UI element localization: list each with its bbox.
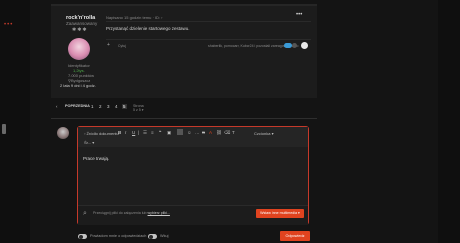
post-id: · ID: › bbox=[152, 15, 163, 20]
pagination-prev-label[interactable]: POPRZEDNIA bbox=[65, 104, 90, 108]
font-family-dropdown[interactable]: Czcionka ▾ bbox=[254, 131, 274, 136]
reaction-badge[interactable] bbox=[284, 43, 292, 48]
author-hours: 2 lata 9 dni i 4 godz. bbox=[60, 83, 96, 88]
page-5-current[interactable]: 5 bbox=[122, 104, 127, 109]
code-block-icon[interactable] bbox=[177, 129, 183, 135]
more-icon[interactable]: … bbox=[195, 130, 200, 135]
reply-textarea[interactable]: Prace trwają. bbox=[80, 152, 306, 202]
image-icon[interactable]: ▣ bbox=[167, 130, 171, 136]
pagination-prev-arrow[interactable]: ‹ bbox=[56, 104, 58, 109]
current-user-avatar[interactable] bbox=[57, 127, 69, 139]
quote-icon[interactable]: ❝ bbox=[159, 130, 161, 136]
link-icon[interactable]: ⛓ bbox=[216, 130, 222, 136]
strikethrough-button[interactable]: S bbox=[202, 130, 205, 135]
follow-toggle[interactable] bbox=[78, 234, 87, 239]
post-timestamp[interactable]: Napisano 15 godzin temu · ID: › bbox=[106, 15, 163, 20]
page-3[interactable]: 3 bbox=[107, 104, 110, 109]
rank-stars: ✱✱✱ bbox=[72, 27, 88, 33]
right-gutter bbox=[438, 0, 460, 243]
underline-button[interactable]: U bbox=[132, 130, 135, 135]
divider-icon: | bbox=[138, 130, 140, 135]
post-content: Przystanąć dzielenie startowego zestawu. bbox=[106, 26, 190, 31]
ellipsis-icon[interactable]: ••• bbox=[296, 12, 302, 18]
red-indicator-dots: ••• bbox=[4, 22, 14, 28]
reaction-badge-secondary[interactable] bbox=[292, 43, 297, 48]
react-button[interactable] bbox=[301, 42, 308, 49]
page-4[interactable]: 4 bbox=[115, 104, 118, 109]
scroll-handle[interactable] bbox=[2, 124, 6, 134]
quote-label[interactable]: Cytuj bbox=[118, 44, 126, 48]
source-document-button[interactable]: ▫ Źródło dokumentu bbox=[84, 131, 119, 136]
post-timestamp-text: Napisano 15 godzin temu bbox=[106, 15, 152, 20]
anon-toggle[interactable] bbox=[148, 234, 157, 239]
author-rank: Zaawansowany bbox=[66, 21, 98, 26]
post-footer-divider bbox=[106, 39, 311, 40]
source-label: Źródło dokumentu bbox=[86, 131, 119, 136]
paperclip-icon: ⌕ bbox=[83, 210, 87, 217]
font-size-icon[interactable]: T bbox=[232, 130, 235, 135]
left-gutter bbox=[0, 0, 30, 243]
page-jump-dropdown[interactable]: Strona 5 z 5 ▾ bbox=[133, 104, 144, 112]
editor-toolbar: ▫ Źródło dokumentu B I U | ☰ ≡ ❝ ▣ ☺ … S… bbox=[78, 127, 308, 147]
choose-files-link[interactable]: wybierz pliki... bbox=[148, 211, 170, 215]
reply-separator bbox=[51, 118, 317, 119]
eraser-icon[interactable]: ⌫ bbox=[224, 130, 230, 136]
italic-button[interactable]: I bbox=[125, 130, 126, 135]
plus-icon[interactable]: + bbox=[107, 43, 112, 48]
submit-reply-button[interactable]: Odpowiedz bbox=[280, 231, 310, 241]
numbered-list-icon[interactable]: ≡ bbox=[151, 130, 154, 135]
bold-button[interactable]: B bbox=[118, 130, 121, 135]
alignment-dropdown[interactable]: Śr... ▾ bbox=[84, 140, 94, 145]
text-color-icon[interactable]: A bbox=[209, 130, 212, 135]
attachment-hint: Przeciągnij pliki do załączenia lub wybi… bbox=[93, 211, 170, 215]
emoji-icon[interactable]: ☺ bbox=[187, 130, 192, 135]
page-2[interactable]: 2 bbox=[99, 104, 102, 109]
post-header-divider bbox=[106, 21, 311, 22]
attachment-hint-text: Przeciągnij pliki do załączenia lub bbox=[93, 211, 147, 215]
page-1[interactable]: 1 bbox=[91, 104, 94, 109]
reply-textarea-text: Prace trwają. bbox=[83, 156, 110, 161]
bullet-list-icon[interactable]: ☰ bbox=[143, 130, 147, 136]
anon-label: Wkuj bbox=[160, 234, 169, 238]
follow-label: Powiadom mnie o odpowiedziach bbox=[90, 234, 147, 238]
insert-media-button[interactable]: Wstaw inne multimedia ▾ bbox=[256, 209, 304, 218]
author-avatar[interactable] bbox=[68, 38, 90, 60]
